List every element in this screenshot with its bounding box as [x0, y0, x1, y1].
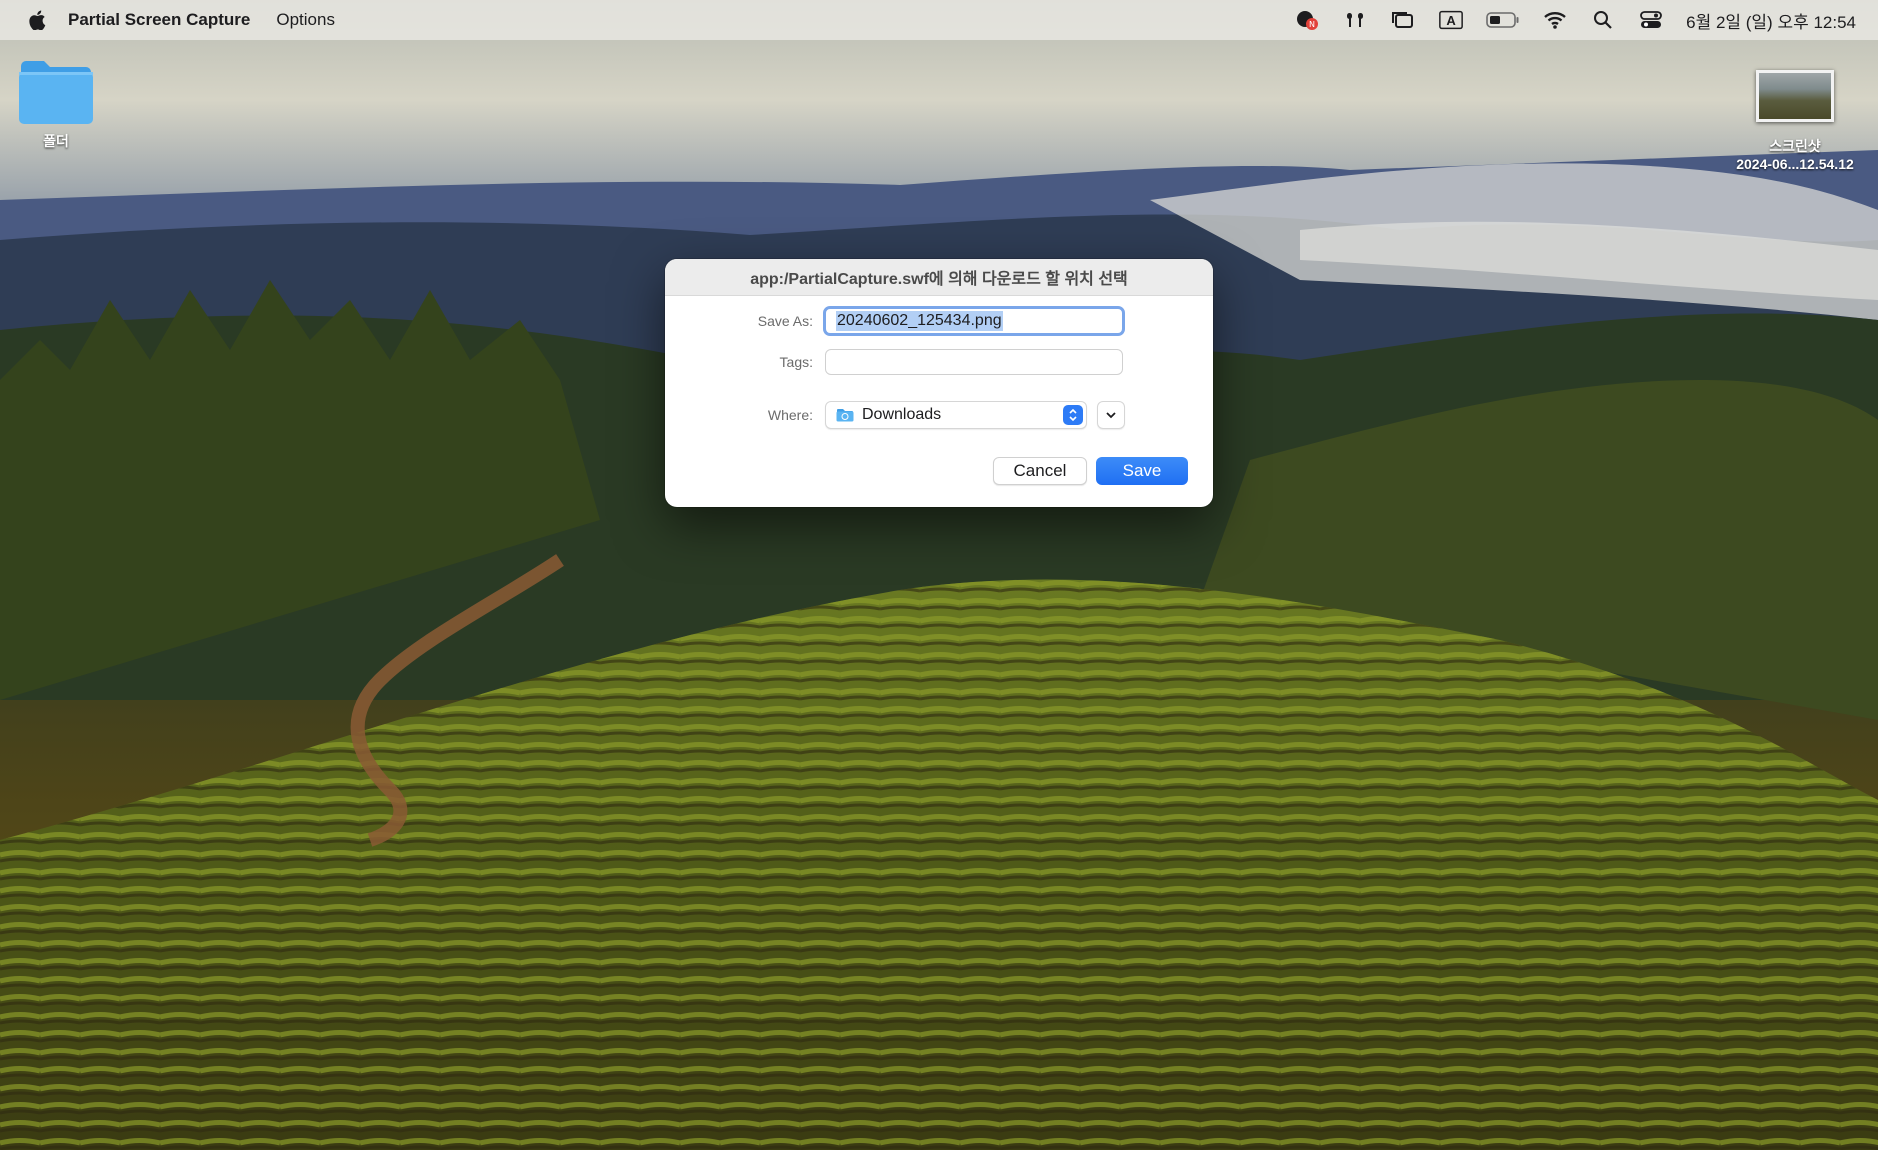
menu-bar: Partial Screen Capture Options N A 6월 2일… [0, 0, 1878, 40]
save-as-row: Save As: 20240602_125434.png [665, 306, 1125, 336]
folder-icon [19, 61, 93, 124]
screenshot-label-line1: 스크린샷 [1769, 138, 1821, 154]
desktop-wallpaper [0, 0, 1878, 1150]
tags-row: Tags: [665, 349, 1123, 375]
save-dialog: app:/PartialCapture.swf에 의해 다운로드 할 위치 선택… [665, 259, 1213, 507]
tags-label: Tags: [779, 354, 813, 370]
chevron-down-icon [1106, 412, 1116, 419]
desktop-screenshot-file[interactable]: 스크린샷 2024-06...12.54.12 [1710, 70, 1878, 172]
save-as-value: 20240602_125434.png [836, 311, 1003, 331]
menu-clock[interactable]: 6월 2일 (일) 오후 12:54 [1686, 8, 1856, 33]
tags-input[interactable] [825, 349, 1123, 375]
input-source-label: A [1446, 12, 1456, 28]
where-popup[interactable]: Downloads [825, 401, 1087, 429]
dialog-title: app:/PartialCapture.swf에 의해 다운로드 할 위치 선택 [665, 259, 1213, 296]
app-menu-name[interactable]: Partial Screen Capture [68, 10, 250, 30]
battery-icon[interactable] [1486, 9, 1520, 31]
wifi-icon[interactable] [1542, 9, 1568, 31]
status-area: N A 6월 2일 (일) 오후 12:54 [1272, 0, 1878, 40]
notification-app-icon[interactable]: N [1294, 9, 1320, 31]
screenshot-thumbnail [1756, 70, 1834, 122]
save-button[interactable]: Save [1096, 457, 1188, 485]
where-value: Downloads [862, 406, 942, 423]
save-as-input[interactable]: 20240602_125434.png [823, 306, 1125, 336]
stage-manager-icon[interactable] [1390, 9, 1416, 31]
apple-logo-icon[interactable] [28, 10, 46, 30]
where-row: Where: Downloads [665, 401, 1125, 429]
save-as-label: Save As: [757, 313, 813, 329]
popup-arrows-icon [1063, 405, 1083, 425]
expand-browser-button[interactable] [1097, 401, 1125, 429]
screenshot-label-line2: 2024-06...12.54.12 [1736, 156, 1854, 172]
menu-options[interactable]: Options [276, 10, 335, 30]
desktop-folder-label: 폴더 [43, 133, 69, 149]
input-source-icon[interactable]: A [1438, 9, 1464, 31]
downloads-folder-icon [836, 409, 854, 422]
control-center-icon[interactable] [1638, 9, 1664, 31]
svg-text:N: N [1309, 20, 1315, 29]
where-label: Where: [767, 407, 813, 423]
spotlight-icon[interactable] [1590, 9, 1616, 31]
airpods-icon[interactable] [1342, 9, 1368, 31]
desktop-folder[interactable]: 폴더 [16, 58, 96, 151]
cancel-button[interactable]: Cancel [993, 457, 1087, 485]
